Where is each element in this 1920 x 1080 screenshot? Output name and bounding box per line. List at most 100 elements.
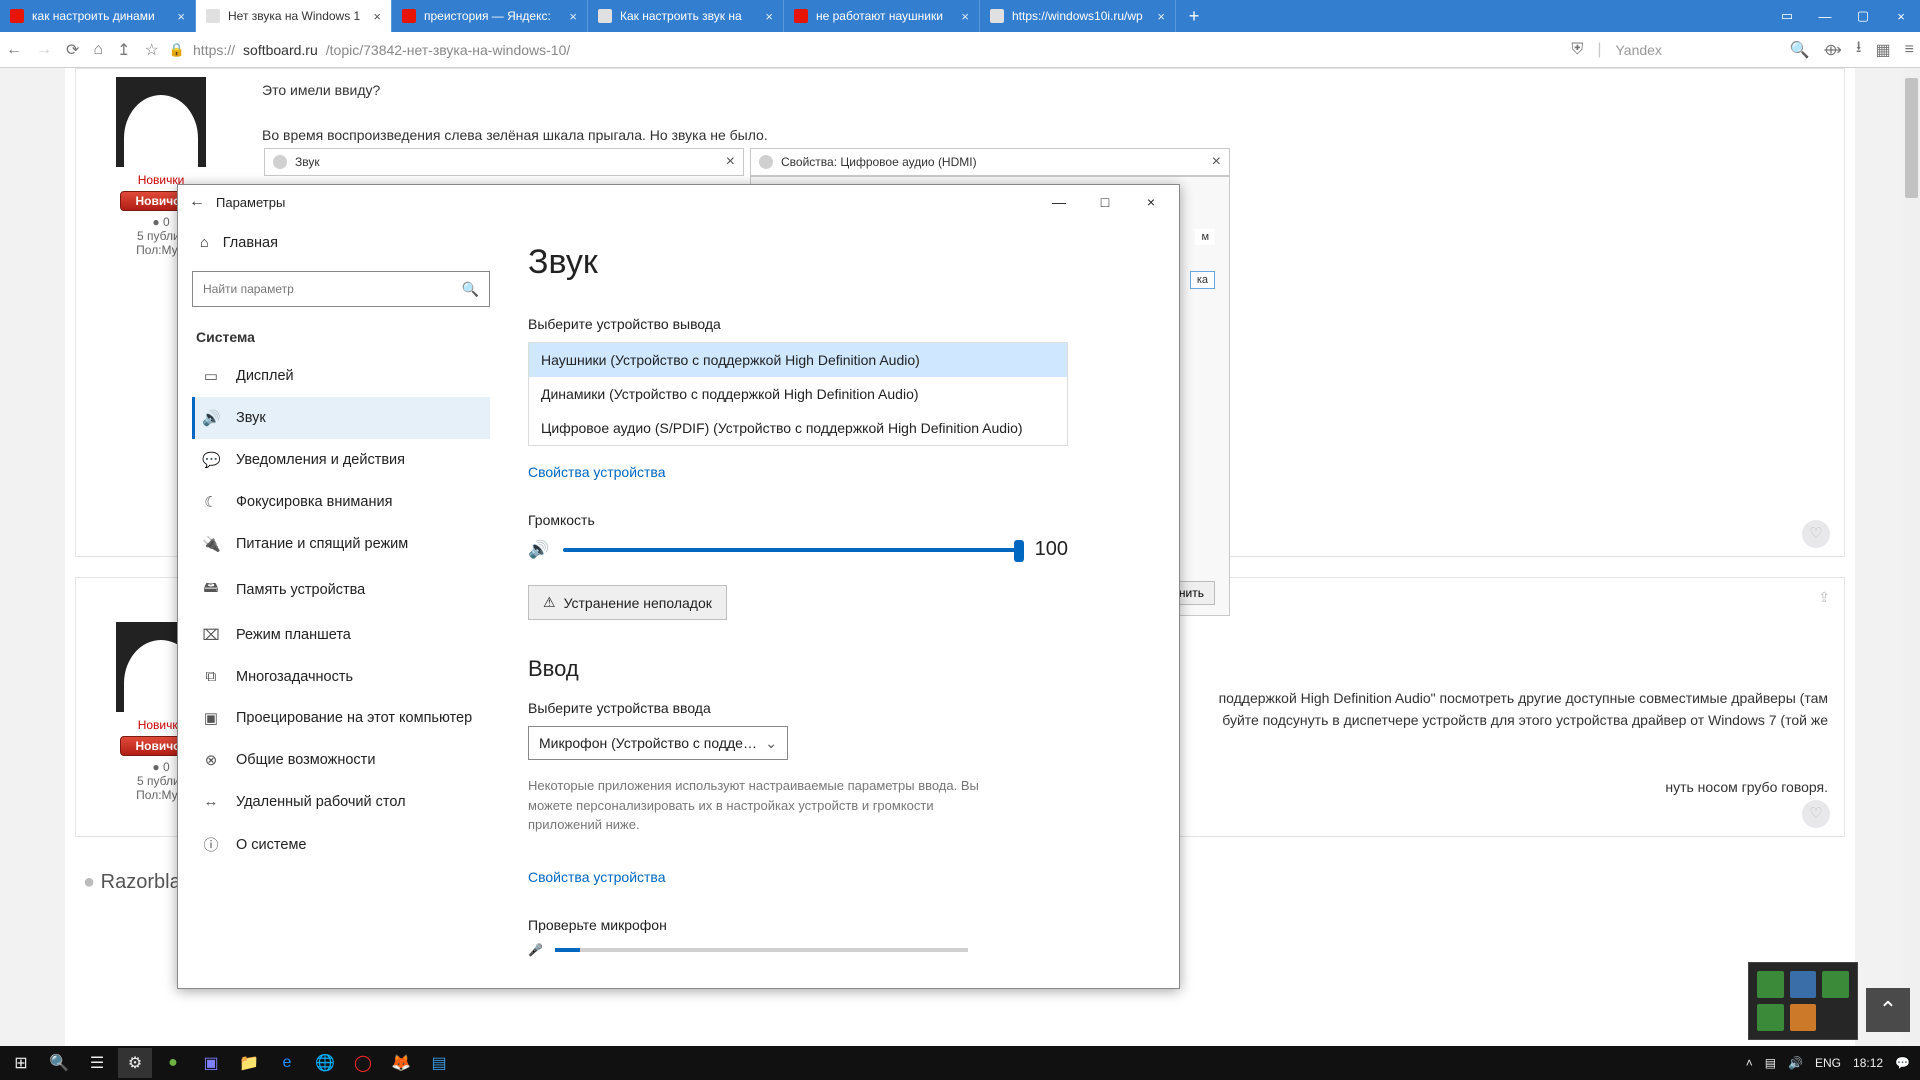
network-icon[interactable]: ▤: [1765, 1056, 1776, 1070]
nav-label: Проецирование на этот компьютер: [236, 710, 472, 726]
language-indicator[interactable]: ENG: [1815, 1056, 1841, 1070]
maximize-icon[interactable]: □: [1083, 194, 1127, 210]
sidebar-item-1[interactable]: 🔊Звук: [192, 397, 490, 439]
nav-label: Уведомления и действия: [236, 452, 405, 468]
input-device-select[interactable]: Микрофон (Устройство с подде… ⌄: [528, 726, 788, 760]
troubleshoot-button[interactable]: ⚠ Устранение неполадок: [528, 585, 727, 620]
tray-chevron-icon[interactable]: ˄: [1746, 1056, 1753, 1070]
volume-slider[interactable]: [563, 548, 1020, 552]
tab-4[interactable]: не работают наушники ×: [784, 0, 980, 32]
sidebar-item-11[interactable]: ⓘО системе: [192, 822, 490, 867]
search-engine-field[interactable]: Yandex: [1615, 42, 1775, 58]
tab-1[interactable]: Нет звука на Windows 1×: [196, 0, 392, 32]
panel-icon[interactable]: ▭: [1768, 0, 1806, 32]
output-option[interactable]: Динамики (Устройство с поддержкой High D…: [529, 377, 1067, 411]
taskbar-app[interactable]: 📁: [232, 1048, 266, 1078]
nav-icon: ▣: [202, 709, 220, 727]
tray-popup[interactable]: [1748, 962, 1858, 1040]
scroll-to-top-button[interactable]: ⌃: [1866, 988, 1910, 1032]
tab-0[interactable]: как настроить динами×: [0, 0, 196, 32]
properties-dialog-title: Свойства: Цифровое аудио (HDMI) ×: [750, 148, 1230, 176]
nav-icon: ⓘ: [202, 834, 220, 855]
task-view-button[interactable]: ☰: [80, 1048, 114, 1078]
sidebar-category: Система: [196, 329, 486, 345]
tab-5[interactable]: https://windows10i.ru/wp ×: [980, 0, 1176, 32]
clock[interactable]: 18:12: [1853, 1056, 1883, 1070]
sidebar-item-7[interactable]: ⧉Многозадачность: [192, 656, 490, 697]
taskbar-app[interactable]: ●: [156, 1048, 190, 1078]
like-button[interactable]: ♡: [1802, 800, 1830, 828]
shield-icon[interactable]: ⛨: [1571, 41, 1583, 59]
output-option[interactable]: Цифровое аудио (S/PDIF) (Устройство с по…: [529, 411, 1067, 445]
tab-label: не работают наушники: [816, 9, 943, 23]
url-field[interactable]: 🔒 https://softboard.ru/topic/73842-нет-з…: [169, 42, 1561, 58]
close-icon[interactable]: ×: [1157, 9, 1165, 24]
sidebar-item-9[interactable]: ⊗Общие возможности: [192, 739, 490, 781]
new-tab-button[interactable]: +: [1176, 0, 1212, 32]
start-button[interactable]: ⊞: [4, 1048, 38, 1078]
back-icon[interactable]: ←: [6, 41, 22, 59]
close-icon[interactable]: ×: [1882, 0, 1920, 32]
nav-label: Память устройства: [236, 582, 365, 598]
close-icon[interactable]: ×: [726, 153, 735, 171]
taskbar-app[interactable]: 🦊: [384, 1048, 418, 1078]
output-device-list[interactable]: Наушники (Устройство с поддержкой High D…: [528, 342, 1068, 446]
close-icon[interactable]: ×: [373, 9, 381, 24]
taskbar-app[interactable]: ▣: [194, 1048, 228, 1078]
taskbar-app[interactable]: ◯: [346, 1048, 380, 1078]
sidebar-item-0[interactable]: ▭Дисплей: [192, 355, 490, 397]
sidebar-item-2[interactable]: 💬Уведомления и действия: [192, 439, 490, 481]
nav-label: Питание и спящий режим: [236, 536, 408, 552]
settings-search-input[interactable]: Найти параметр 🔍: [192, 271, 490, 307]
device-properties-link[interactable]: Свойства устройства: [528, 464, 666, 480]
notifications-icon[interactable]: 💬: [1895, 1056, 1910, 1070]
like-button[interactable]: ♡: [1802, 520, 1830, 548]
close-icon[interactable]: ×: [961, 9, 969, 24]
send-icon[interactable]: ↥: [117, 40, 130, 60]
tab-3[interactable]: Как настроить звук на×: [588, 0, 784, 32]
close-icon[interactable]: ×: [765, 9, 773, 24]
tab-label: https://windows10i.ru/wp: [1012, 9, 1143, 23]
minimize-icon[interactable]: —: [1037, 194, 1081, 210]
translate-icon[interactable]: ⟴: [1823, 40, 1842, 60]
volume-icon[interactable]: 🔊: [1788, 1056, 1803, 1070]
close-icon[interactable]: ×: [1129, 194, 1173, 210]
sidebar-item-8[interactable]: ▣ Проецирование на этот компьютер: [192, 697, 490, 739]
close-icon[interactable]: ×: [569, 9, 577, 24]
close-icon[interactable]: ×: [1212, 153, 1221, 171]
sidebar-item-3[interactable]: ☾Фокусировка внимания: [192, 481, 490, 523]
taskbar-app[interactable]: 🌐: [308, 1048, 342, 1078]
reload-icon[interactable]: ⟳: [66, 40, 79, 60]
home-icon[interactable]: ⌂: [93, 41, 103, 59]
sidebar-item-4[interactable]: 🔌 Питание и спящий режим: [192, 523, 490, 565]
search-button[interactable]: 🔍: [42, 1048, 76, 1078]
scrollbar[interactable]: [1903, 68, 1920, 1046]
share-icon[interactable]: ⇪: [1818, 586, 1830, 608]
speaker-icon: [759, 155, 773, 169]
back-icon[interactable]: ←: [184, 193, 210, 211]
maximize-icon[interactable]: ▢: [1844, 0, 1882, 32]
close-icon[interactable]: ×: [177, 9, 185, 24]
search-icon[interactable]: 🔍: [1789, 40, 1809, 60]
nav-icon: 🔌: [202, 535, 220, 553]
taskbar-app[interactable]: ⚙: [118, 1048, 152, 1078]
sidebar-item-6[interactable]: ⌧Режим планшета: [192, 614, 490, 656]
nav-icon: ↔: [202, 793, 220, 810]
mic-check-label: Проверьте микрофон: [528, 917, 1149, 933]
menu-icon[interactable]: ≡: [1905, 41, 1914, 59]
download-icon[interactable]: ⭳: [1856, 36, 1862, 63]
taskbar-app[interactable]: e: [270, 1048, 304, 1078]
device-properties-link[interactable]: Свойства устройства: [528, 869, 666, 885]
taskbar-app[interactable]: ▤: [422, 1048, 456, 1078]
sidebar-item-home[interactable]: ⌂ Главная: [192, 229, 490, 263]
sidebar-item-10[interactable]: ↔Удаленный рабочий стол: [192, 781, 490, 822]
output-option[interactable]: Наушники (Устройство с поддержкой High D…: [529, 343, 1067, 377]
qr-icon[interactable]: ▦: [1876, 40, 1891, 60]
bookmark-icon[interactable]: ☆: [144, 40, 158, 60]
forward-icon[interactable]: →: [36, 41, 52, 59]
sound-dialog-title: Звук ×: [264, 148, 744, 176]
minimize-icon[interactable]: —: [1806, 0, 1844, 32]
sidebar-item-5[interactable]: 🖴Память устройства: [192, 565, 490, 614]
tab-favicon: [990, 9, 1004, 23]
tab-2[interactable]: преистория — Яндекс:×: [392, 0, 588, 32]
